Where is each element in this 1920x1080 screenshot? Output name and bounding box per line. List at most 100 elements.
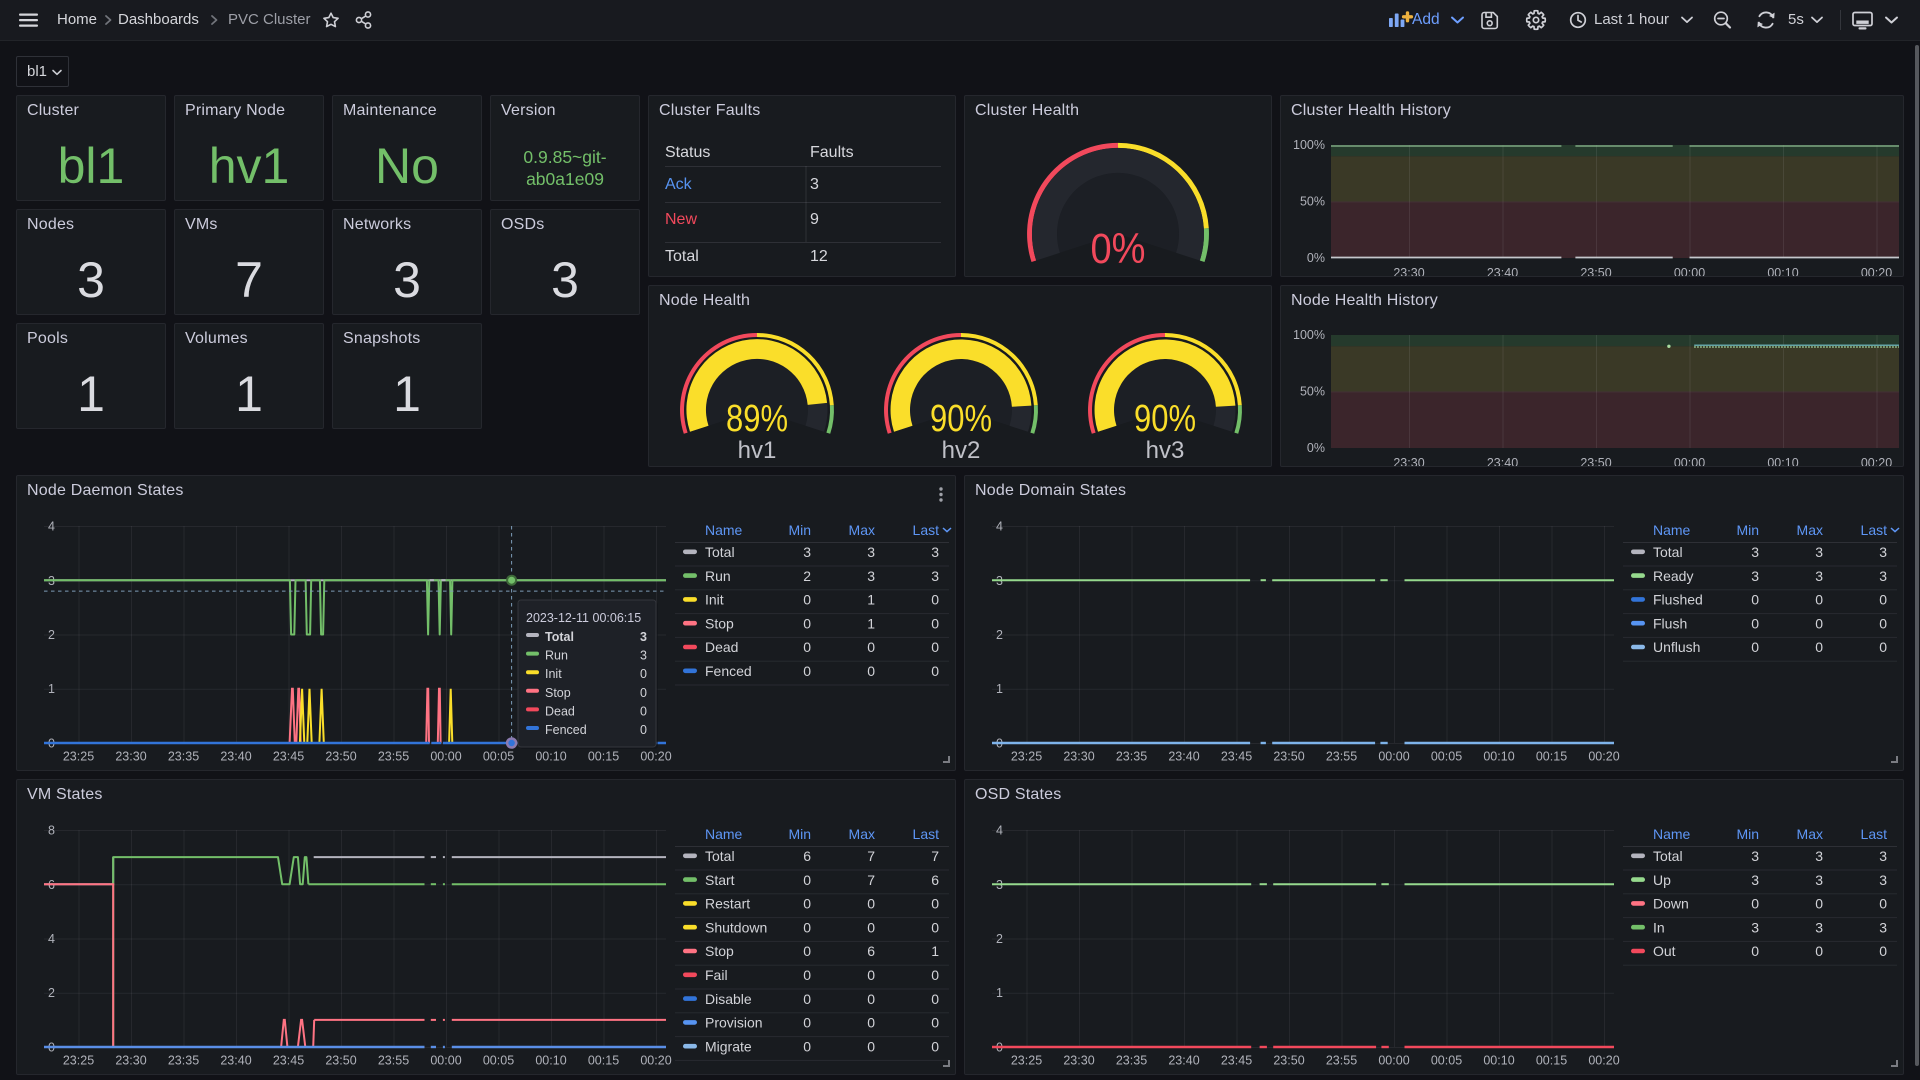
svg-text:0: 0 [867, 991, 875, 1007]
svg-text:00:00: 00:00 [430, 1054, 461, 1068]
svg-text:Total: Total [545, 630, 574, 644]
svg-text:3: 3 [1879, 919, 1887, 935]
svg-text:0%: 0% [1307, 251, 1325, 265]
svg-text:Dead: Dead [705, 639, 738, 655]
svg-text:00:05: 00:05 [483, 1054, 514, 1068]
svg-text:3: 3 [1879, 872, 1887, 888]
svg-text:23:30: 23:30 [1063, 750, 1094, 764]
svg-text:00:10: 00:10 [535, 750, 566, 764]
svg-text:4: 4 [48, 520, 55, 534]
svg-text:0: 0 [803, 896, 811, 912]
svg-text:0: 0 [803, 663, 811, 679]
svg-text:0: 0 [1751, 592, 1759, 608]
svg-text:2: 2 [48, 986, 55, 1000]
svg-text:50%: 50% [1300, 385, 1325, 399]
svg-text:3: 3 [640, 649, 647, 663]
svg-text:Last: Last [913, 826, 940, 842]
svg-text:hv2: hv2 [942, 437, 981, 464]
svg-text:0: 0 [1751, 896, 1759, 912]
svg-text:00:10: 00:10 [1483, 1054, 1514, 1068]
svg-text:23:55: 23:55 [1326, 750, 1357, 764]
svg-text:Run: Run [545, 649, 568, 663]
svg-text:hv3: hv3 [1146, 437, 1185, 464]
svg-text:0: 0 [1879, 943, 1887, 959]
svg-text:Flush: Flush [1653, 615, 1687, 631]
svg-text:0: 0 [1751, 639, 1759, 655]
svg-text:23:50: 23:50 [1580, 456, 1611, 466]
svg-text:0: 0 [931, 1038, 939, 1054]
svg-text:Fail: Fail [705, 967, 728, 983]
svg-text:0: 0 [931, 615, 939, 631]
svg-text:23:50: 23:50 [325, 750, 356, 764]
svg-text:0: 0 [803, 1038, 811, 1054]
svg-text:0%: 0% [1091, 225, 1146, 273]
svg-text:7: 7 [867, 848, 875, 864]
svg-text:3: 3 [1815, 919, 1823, 935]
svg-text:3: 3 [1815, 872, 1823, 888]
svg-text:Unflush: Unflush [1653, 639, 1700, 655]
svg-text:89%: 89% [726, 398, 788, 440]
svg-text:Fenced: Fenced [545, 723, 587, 737]
svg-text:0: 0 [1815, 615, 1823, 631]
svg-text:3: 3 [1751, 848, 1759, 864]
svg-text:0: 0 [640, 704, 647, 718]
svg-text:Last: Last [1861, 826, 1888, 842]
svg-text:23:35: 23:35 [168, 750, 199, 764]
svg-text:Fenced: Fenced [705, 663, 752, 679]
svg-text:3: 3 [1751, 919, 1759, 935]
svg-text:Disable: Disable [705, 991, 752, 1007]
svg-text:Min: Min [788, 522, 811, 538]
svg-text:00:05: 00:05 [1431, 1054, 1462, 1068]
svg-text:0: 0 [1751, 943, 1759, 959]
svg-text:Name: Name [705, 826, 743, 842]
svg-text:Min: Min [1736, 826, 1759, 842]
svg-text:23:50: 23:50 [325, 1054, 356, 1068]
svg-text:3: 3 [1815, 848, 1823, 864]
svg-text:1: 1 [931, 943, 939, 959]
svg-text:00:00: 00:00 [430, 750, 461, 764]
svg-text:1: 1 [867, 615, 875, 631]
svg-text:Init: Init [545, 667, 562, 681]
svg-text:Min: Min [788, 826, 811, 842]
svg-text:Max: Max [1797, 826, 1823, 842]
svg-text:0: 0 [867, 967, 875, 983]
svg-text:Stop: Stop [545, 686, 571, 700]
svg-text:23:40: 23:40 [220, 1054, 251, 1068]
svg-text:4: 4 [996, 824, 1003, 838]
svg-text:0: 0 [931, 639, 939, 655]
svg-text:23:30: 23:30 [115, 1054, 146, 1068]
svg-text:23:25: 23:25 [63, 750, 94, 764]
svg-text:23:55: 23:55 [378, 1054, 409, 1068]
svg-text:1: 1 [48, 682, 55, 696]
svg-text:3: 3 [867, 568, 875, 584]
svg-text:23:35: 23:35 [1116, 750, 1147, 764]
svg-text:90%: 90% [930, 398, 992, 440]
svg-text:0: 0 [867, 639, 875, 655]
svg-text:00:00: 00:00 [1674, 456, 1705, 466]
svg-text:0: 0 [803, 967, 811, 983]
svg-text:In: In [1653, 919, 1665, 935]
svg-text:23:45: 23:45 [1221, 750, 1252, 764]
svg-text:3: 3 [931, 544, 939, 560]
svg-text:0: 0 [867, 896, 875, 912]
svg-text:00:00: 00:00 [1378, 1054, 1409, 1068]
svg-text:0: 0 [931, 592, 939, 608]
svg-text:Name: Name [705, 522, 743, 538]
svg-text:23:50: 23:50 [1273, 750, 1304, 764]
svg-text:00:00: 00:00 [1674, 266, 1705, 276]
svg-text:0: 0 [867, 1015, 875, 1031]
svg-text:Last: Last [1861, 522, 1888, 538]
svg-text:0: 0 [640, 723, 647, 737]
svg-text:Dead: Dead [545, 704, 575, 718]
svg-text:Max: Max [849, 826, 875, 842]
svg-text:Up: Up [1653, 872, 1671, 888]
svg-text:0: 0 [1879, 896, 1887, 912]
svg-text:1: 1 [996, 986, 1003, 1000]
svg-text:0: 0 [640, 686, 647, 700]
svg-text:00:20: 00:20 [1861, 456, 1892, 466]
svg-text:23:40: 23:40 [220, 750, 251, 764]
svg-text:Total: Total [705, 544, 735, 560]
svg-text:00:10: 00:10 [1767, 266, 1798, 276]
svg-text:23:30: 23:30 [1393, 266, 1424, 276]
svg-text:Total: Total [1653, 848, 1683, 864]
